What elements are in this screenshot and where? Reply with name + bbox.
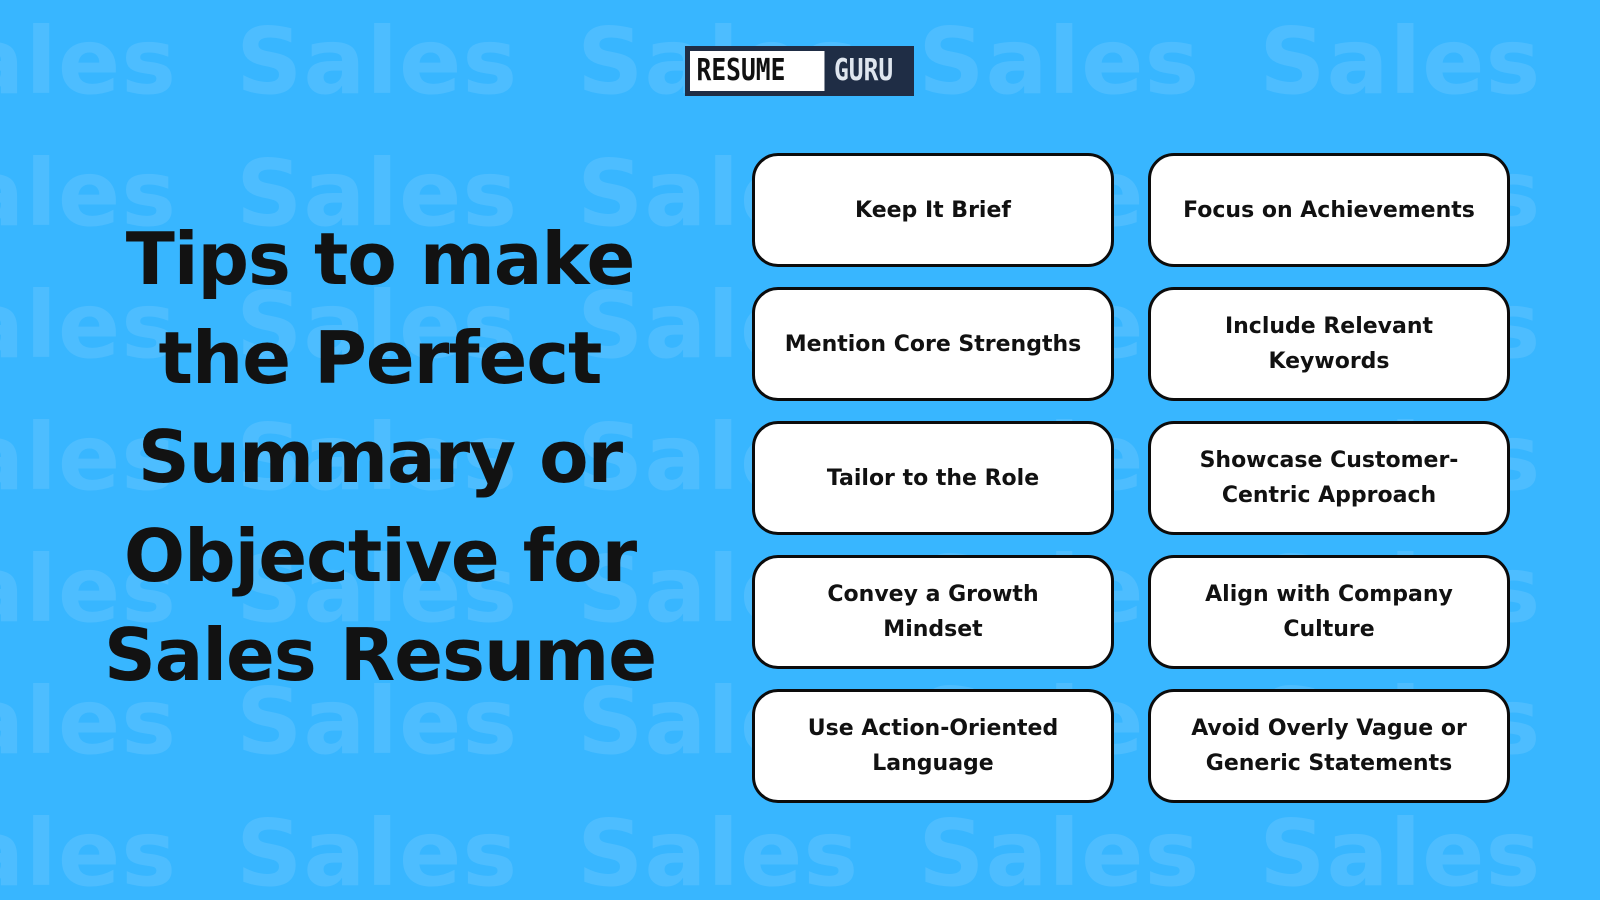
tip-card[interactable]: Avoid Overly Vague or Generic Statements <box>1148 689 1510 803</box>
tip-card[interactable]: Use Action-Oriented Language <box>752 689 1114 803</box>
tip-card[interactable]: Include Relevant Keywords <box>1148 287 1510 401</box>
tip-card[interactable]: Focus on Achievements <box>1148 153 1510 267</box>
logo-text-resume: RESUME <box>690 51 825 91</box>
tip-label: Avoid Overly Vague or Generic Statements <box>1191 716 1467 776</box>
watermark-row: Sales Sales Sales Sales Sales Sales Sale… <box>0 800 1600 900</box>
tip-label: Include Relevant Keywords <box>1224 314 1434 374</box>
tip-label: Tailor to the Role <box>826 465 1040 491</box>
tip-card[interactable]: Mention Core Strengths <box>752 287 1114 401</box>
tip-card[interactable]: Keep It Brief <box>752 153 1114 267</box>
tip-card[interactable]: Convey a Growth Mindset <box>752 555 1114 669</box>
tip-label: Focus on Achievements <box>1183 197 1475 223</box>
tip-card[interactable]: Tailor to the Role <box>752 421 1114 535</box>
tip-label: Use Action-Oriented Language <box>807 716 1059 776</box>
tips-grid: Keep It Brief Focus on Achievements Ment… <box>752 153 1510 803</box>
tip-label: Convey a Growth Mindset <box>827 582 1039 642</box>
tip-label: Keep It Brief <box>855 197 1011 223</box>
tip-label: Mention Core Strengths <box>784 331 1082 357</box>
page-title: Tips to make the Perfect Summary or Obje… <box>103 217 657 697</box>
tip-label: Align with Company Culture <box>1205 582 1453 642</box>
tip-card[interactable]: Align with Company Culture <box>1148 555 1510 669</box>
tip-label: Showcase Customer-Centric Approach <box>1199 448 1459 508</box>
tip-card[interactable]: Showcase Customer-Centric Approach <box>1148 421 1510 535</box>
resume-guru-logo: RESUME GURU <box>685 46 914 96</box>
logo-text-guru: GURU <box>834 53 894 88</box>
